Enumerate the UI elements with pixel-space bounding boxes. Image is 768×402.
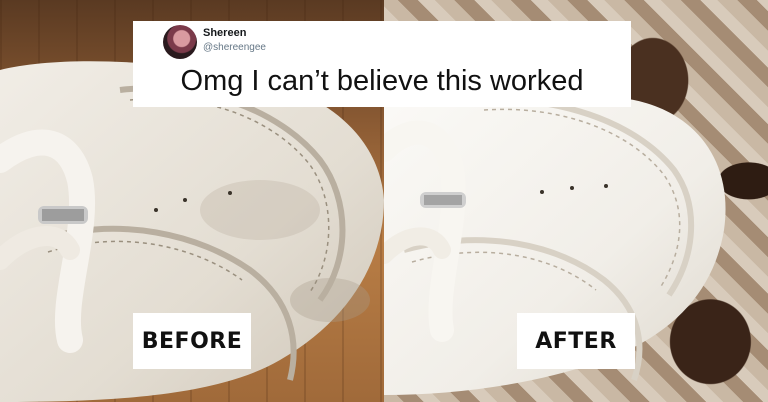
after-label-text: AFTER — [535, 328, 617, 354]
tweet-user-name: Shereen — [203, 27, 247, 39]
before-label-text: BEFORE — [141, 328, 243, 354]
avatar — [163, 25, 197, 59]
meme-image: BEFORE AFTER Shereen @shereengee Omg I c… — [0, 0, 768, 402]
tweet-card: Shereen @shereengee Omg I can’t believe … — [133, 21, 631, 107]
tweet-text: Omg I can’t believe this worked — [180, 65, 584, 97]
before-label: BEFORE — [133, 313, 251, 369]
after-label: AFTER — [517, 313, 635, 369]
tweet-user-handle: @shereengee — [203, 42, 266, 53]
